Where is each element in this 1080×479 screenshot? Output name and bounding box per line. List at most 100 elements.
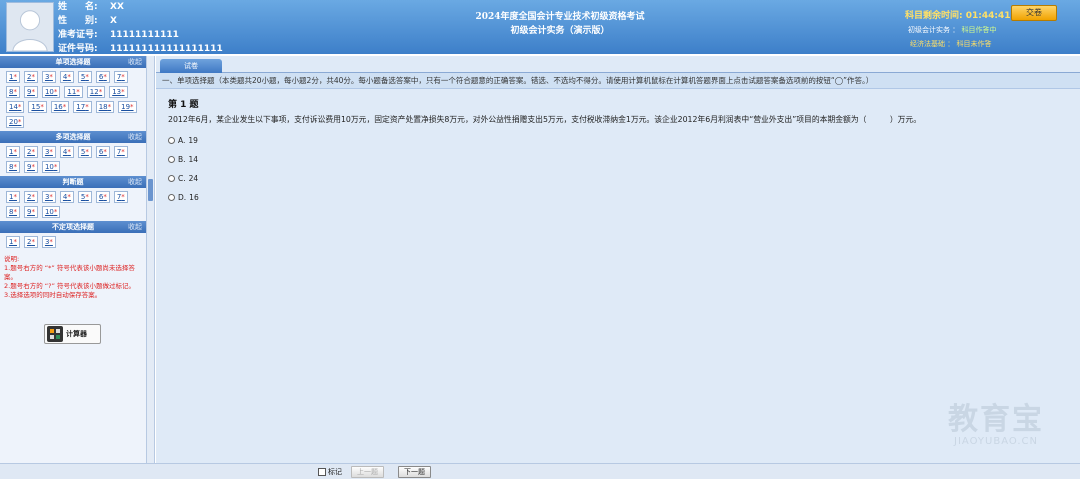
question-number-link[interactable]: 9*	[23, 206, 38, 218]
candidate-info: 姓 名: XX 性 别: X 准考证号: 11111111111 证件号码: 11111…	[58, 0, 223, 56]
radio-button[interactable]	[168, 137, 175, 144]
section-title: 判断题	[62, 178, 84, 186]
question-number-link[interactable]: 6*	[95, 146, 110, 158]
question-number: 17	[76, 103, 86, 111]
question-number-link[interactable]: 2*	[23, 191, 38, 203]
question-number-link[interactable]: 3*	[41, 191, 56, 203]
question-number-link[interactable]: 16*	[50, 101, 70, 113]
question-number-link[interactable]: 14*	[6, 101, 25, 113]
question-number-link[interactable]: 20*	[6, 116, 25, 128]
question-number-link[interactable]: 11*	[64, 86, 83, 98]
question-number: 19	[121, 103, 131, 111]
question-number-link[interactable]: 6*	[95, 191, 110, 203]
question-number-link[interactable]: 1*	[6, 71, 20, 83]
answer-option[interactable]: A. 19	[168, 131, 1068, 150]
question-number-link[interactable]: 10*	[41, 86, 61, 98]
collapse-toggle[interactable]: 收起	[128, 176, 142, 188]
radio-button[interactable]	[168, 175, 175, 182]
unanswered-marker: *	[121, 88, 125, 96]
collapse-toggle[interactable]: 收起	[128, 221, 142, 233]
options-list: A. 19 B. 14 C. 24 D. 16	[168, 131, 1068, 207]
section-header: 多项选择题 收起	[0, 131, 146, 143]
question-number-link[interactable]: 8*	[6, 86, 20, 98]
answer-option[interactable]: C. 24	[168, 169, 1068, 188]
tab-paper[interactable]: 试卷	[160, 59, 222, 73]
unanswered-marker: *	[49, 73, 53, 81]
question-number-link[interactable]: 7*	[113, 71, 128, 83]
id-label: 证件号码:	[58, 44, 98, 54]
question-number-link[interactable]: 3*	[41, 236, 56, 248]
collapse-toggle[interactable]: 收起	[128, 131, 142, 143]
question-number-link[interactable]: 4*	[59, 146, 74, 158]
question-number-link[interactable]: 10*	[41, 206, 61, 218]
question-number-link[interactable]: 1*	[6, 236, 20, 248]
question-panel: 试卷 一、单项选择题（本类题共20小题，每小题2分，共40分。每小题备选答案中，…	[156, 56, 1080, 463]
question-number-link[interactable]: 5*	[77, 146, 92, 158]
checkbox-box[interactable]	[318, 468, 326, 476]
unanswered-marker: *	[17, 103, 22, 111]
unanswered-marker: *	[103, 193, 107, 201]
question-number-link[interactable]: 3*	[41, 71, 56, 83]
question-number-grid: 1* 2* 3*	[0, 233, 146, 251]
remaining-time: 科目剩余时间: 01:44:41	[905, 8, 1011, 21]
question-number: 10	[44, 163, 54, 171]
calculator-icon	[47, 326, 63, 342]
answer-option[interactable]: D. 16	[168, 188, 1068, 207]
question-number-link[interactable]: 1*	[6, 146, 20, 158]
question-number-link[interactable]: 6*	[95, 71, 110, 83]
section-header: 判断题 收起	[0, 176, 146, 188]
unanswered-marker: *	[103, 73, 107, 81]
unanswered-marker: *	[49, 238, 53, 246]
question-number-link[interactable]: 17*	[73, 101, 92, 113]
gender-label: 性 别:	[58, 16, 98, 26]
unanswered-marker: *	[31, 163, 35, 171]
unanswered-marker: *	[31, 238, 35, 246]
unanswered-marker: *	[107, 103, 112, 111]
watermark-text: 教育宝	[948, 402, 1044, 437]
note-line-1: 1.题号右方的 “*” 符号代表该小题尚未选择答案。	[4, 264, 135, 281]
splitter-handle[interactable]	[148, 179, 153, 201]
question-number: 16	[53, 103, 63, 111]
question-number-link[interactable]: 10*	[41, 161, 61, 173]
question-number-link[interactable]: 5*	[77, 191, 92, 203]
subject-status-1: 初级会计实务 ： 科目作答中	[908, 26, 997, 34]
calculator-button[interactable]: 计算器	[44, 324, 101, 344]
question-number-link[interactable]: 1*	[6, 191, 20, 203]
footer-bar: 标记 上一题 下一题	[0, 463, 1080, 479]
question-number-link[interactable]: 9*	[23, 86, 38, 98]
question-number-link[interactable]: 13*	[109, 86, 128, 98]
question-number-link[interactable]: 8*	[6, 161, 20, 173]
question-number-link[interactable]: 19*	[118, 101, 137, 113]
radio-button[interactable]	[168, 194, 175, 201]
question-number-link[interactable]: 8*	[6, 206, 20, 218]
question-number-link[interactable]: 7*	[113, 191, 128, 203]
question-number-link[interactable]: 9*	[23, 161, 38, 173]
question-number-link[interactable]: 2*	[23, 236, 38, 248]
answer-option[interactable]: B. 14	[168, 150, 1068, 169]
question-number-link[interactable]: 18*	[95, 101, 115, 113]
prev-question-button[interactable]: 上一题	[351, 466, 384, 478]
unanswered-marker: *	[67, 148, 71, 156]
question-number: 14	[9, 103, 18, 111]
question-number-link[interactable]: 5*	[77, 71, 92, 83]
question-number-link[interactable]: 2*	[23, 146, 38, 158]
sidebar-splitter[interactable]	[147, 56, 155, 463]
question-number-link[interactable]: 15*	[28, 101, 47, 113]
unanswered-marker: *	[67, 73, 71, 81]
next-question-button[interactable]: 下一题	[398, 466, 431, 478]
question-number-link[interactable]: 3*	[41, 146, 56, 158]
question-number-link[interactable]: 4*	[59, 191, 74, 203]
question-number-link[interactable]: 4*	[59, 71, 74, 83]
question-number-link[interactable]: 7*	[113, 146, 128, 158]
admission-value: 11111111111	[110, 30, 179, 40]
exam-title: 2024年度全国会计专业技术初级资格考试	[475, 12, 645, 22]
question-number-link[interactable]: 12*	[86, 86, 106, 98]
submit-exam-button[interactable]: 交卷	[1011, 5, 1057, 21]
option-letter: C.	[178, 174, 186, 183]
radio-button[interactable]	[168, 156, 175, 163]
question-number-link[interactable]: 2*	[23, 71, 38, 83]
collapse-toggle[interactable]: 收起	[128, 56, 142, 68]
section-instruction: 一、单项选择题（本类题共20小题，每小题2分，共40分。每小题备选答案中，只有一…	[156, 73, 1080, 89]
mark-checkbox[interactable]: 标记	[318, 467, 342, 477]
unanswered-marker: *	[13, 88, 17, 96]
